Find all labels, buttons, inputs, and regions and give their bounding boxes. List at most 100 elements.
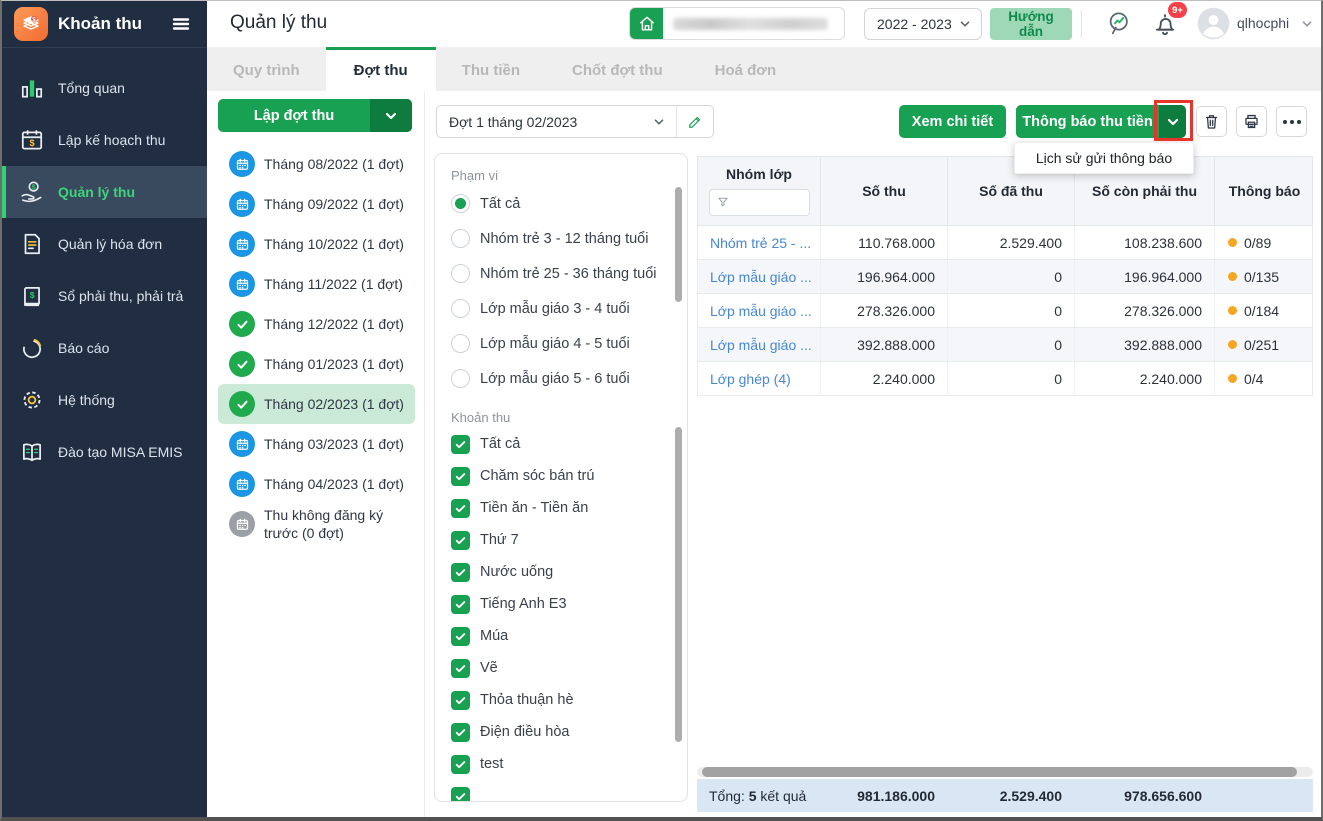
tab-chot-dot-thu[interactable]: Chốt đợt thu <box>546 47 689 91</box>
school-selector[interactable] <box>629 7 845 40</box>
sidebar-item-label: Quản lý thu <box>58 184 135 200</box>
fees-scrollbar[interactable] <box>675 427 682 742</box>
delete-button[interactable] <box>1196 106 1227 137</box>
so-thu-cell: 392.888.000 <box>821 328 948 361</box>
month-item-label: Tháng 08/2022 (1 đợt) <box>264 155 404 172</box>
thong-bao-cell: 0/89 <box>1215 226 1314 259</box>
sidebar-item-label: Tổng quan <box>58 80 125 96</box>
tab-dot-thu[interactable]: Đợt thu <box>325 47 436 91</box>
chevron-down-icon[interactable] <box>370 99 412 132</box>
month-item[interactable]: Tháng 12/2022 (1 đợt) <box>218 304 415 344</box>
calendar-icon <box>229 191 255 217</box>
so-con-phai-thu-cell: 108.238.600 <box>1075 226 1215 259</box>
month-item[interactable]: Tháng 11/2022 (1 đợt) <box>218 264 415 304</box>
scope-radio[interactable]: Lớp mẫu giáo 5 - 6 tuổi <box>435 361 687 396</box>
avatar[interactable] <box>1197 7 1230 40</box>
fee-checkbox[interactable]: Vẽ <box>435 652 687 684</box>
scope-radio[interactable]: Lớp mẫu giáo 3 - 4 tuổi <box>435 291 687 326</box>
column-header-nhom-lop[interactable]: Nhóm lớp <box>698 157 821 225</box>
app-title: Khoản thu <box>58 14 143 33</box>
edit-batch-button[interactable] <box>676 106 713 137</box>
fee-checkbox-label: Thỏa thuận hè <box>480 692 574 708</box>
class-group-link[interactable]: Lớp ghép (4) <box>698 362 821 395</box>
month-item[interactable]: Tháng 04/2023 (1 đợt) <box>218 464 415 504</box>
month-item[interactable]: Tháng 03/2023 (1 đợt) <box>218 424 415 464</box>
column-header-so-thu[interactable]: Số thu <box>821 157 948 225</box>
app-window: $ Khoản thu Tổng quan $ Lập kế hoạch thu $ Q… <box>0 0 1323 821</box>
fee-checkbox-label: Múa <box>480 628 509 644</box>
view-detail-button[interactable]: Xem chi tiết <box>899 105 1006 138</box>
scope-radio[interactable]: Tất cả <box>435 186 687 221</box>
scope-radio-label: Lớp mẫu giáo 3 - 4 tuổi <box>480 300 630 317</box>
fee-checkbox[interactable]: Điện điều hòa <box>435 716 687 748</box>
scope-list: Tất cả Nhóm trẻ 3 - 12 tháng tuổi Nhóm trẻ… <box>435 186 687 396</box>
fee-checkbox[interactable]: Tất cả <box>435 428 687 460</box>
column-header-thong-bao[interactable]: Thông báo <box>1215 157 1314 225</box>
school-year-select[interactable]: 2022 - 2023 <box>864 8 982 40</box>
batch-control: Đợt 1 tháng 02/2023 <box>436 105 714 138</box>
fee-checkbox[interactable]: Múa <box>435 620 687 652</box>
print-button[interactable] <box>1236 106 1267 137</box>
fee-checkbox[interactable]: Thỏa thuận hè <box>435 684 687 716</box>
fee-checkbox[interactable]: Nước uống <box>435 556 687 588</box>
thong-bao-cell: 0/251 <box>1215 328 1314 361</box>
search-analytics-icon[interactable] <box>1105 9 1135 39</box>
tab-hoa-don[interactable]: Hoá đơn <box>689 47 803 91</box>
month-item[interactable]: Tháng 10/2022 (1 đợt) <box>218 224 415 264</box>
sidebar-item-quan-ly-hoa-don[interactable]: Quản lý hóa đơn <box>2 218 207 270</box>
fee-checkbox-partial[interactable] <box>435 780 687 801</box>
batch-select[interactable]: Đợt 1 tháng 02/2023 <box>437 106 676 137</box>
calendar-icon <box>229 271 255 297</box>
horizontal-scrollbar-thumb[interactable] <box>702 767 1297 777</box>
class-group-link[interactable]: Lớp mẫu giáo ... <box>698 260 821 293</box>
notify-dropdown-toggle[interactable] <box>1159 105 1186 138</box>
chevron-down-icon <box>654 118 664 125</box>
fee-list: Tất cả Chăm sóc bán trú Tiền ăn - Tiền ăn T… <box>435 428 687 801</box>
scope-radio[interactable]: Lớp mẫu giáo 4 - 5 tuổi <box>435 326 687 361</box>
guide-button[interactable]: Hướng dẫn <box>990 8 1072 40</box>
fee-checkbox[interactable]: Chăm sóc bán trú <box>435 460 687 492</box>
notify-button[interactable]: Thông báo thu tiền <box>1016 105 1159 138</box>
month-item[interactable]: Tháng 02/2023 (1 đợt) <box>218 384 415 424</box>
hamburger-menu-icon[interactable] <box>169 12 193 36</box>
class-group-link[interactable]: Lớp mẫu giáo ... <box>698 294 821 327</box>
batch-select-value: Đợt 1 tháng 02/2023 <box>449 113 578 130</box>
scope-scrollbar[interactable] <box>675 187 682 302</box>
dropdown-menu-item[interactable]: Lịch sử gửi thông báo <box>1014 142 1194 174</box>
sidebar-item-bao-cao[interactable]: Báo cáo <box>2 322 207 374</box>
sidebar-item-so-phai-thu-phai-tra[interactable]: $ Sổ phải thu, phải trả <box>2 270 207 322</box>
fee-checkbox[interactable]: Tiền ăn - Tiền ăn <box>435 492 687 524</box>
sidebar-item-he-thong[interactable]: Hệ thống <box>2 374 207 426</box>
sidebar-item-label: Sổ phải thu, phải trả <box>58 288 184 304</box>
tab-thu-tien[interactable]: Thu tiền <box>436 47 546 91</box>
topbar-divider <box>1081 10 1082 38</box>
column-filter-input[interactable] <box>708 189 810 216</box>
fee-checkbox[interactable]: Tiếng Anh E3 <box>435 588 687 620</box>
so-thu-cell: 110.768.000 <box>821 226 948 259</box>
month-item[interactable]: Tháng 08/2022 (1 đợt) <box>218 144 415 184</box>
sidebar-header: $ Khoản thu <box>2 1 207 48</box>
create-batch-button[interactable]: Lập đợt thu <box>218 99 412 132</box>
username[interactable]: qlhocphi <box>1237 15 1289 31</box>
fee-checkbox[interactable]: Thứ 7 <box>435 524 687 556</box>
sidebar-item-dao-tao-misa-emis[interactable]: Đào tạo MISA EMIS <box>2 426 207 478</box>
content: Lập đợt thu Tháng 08/2022 (1 đợt) Tháng 0… <box>207 91 1321 817</box>
month-item[interactable]: Thu không đăng ký trước (0 đợt) <box>218 504 415 544</box>
tab-quy-trinh[interactable]: Quy trình <box>207 47 326 91</box>
month-item[interactable]: Tháng 09/2022 (1 đợt) <box>218 184 415 224</box>
sidebar-item-quan-ly-thu[interactable]: $ Quản lý thu <box>2 166 207 218</box>
class-group-link[interactable]: Nhóm trẻ 25 - ... <box>698 226 821 259</box>
scope-radio[interactable]: Nhóm trẻ 25 - 36 tháng tuổi <box>435 256 687 291</box>
month-item[interactable]: Tháng 01/2023 (1 đợt) <box>218 344 415 384</box>
tabbar: Quy trình Đợt thu Thu tiền Chốt đợt thu Hoá … <box>207 47 1321 91</box>
so-con-phai-thu-cell: 2.240.000 <box>1075 362 1215 395</box>
sidebar-item-tong-quan[interactable]: Tổng quan <box>2 62 207 114</box>
month-list: Tháng 08/2022 (1 đợt) Tháng 09/2022 (1 đợ… <box>207 144 424 544</box>
class-group-link[interactable]: Lớp mẫu giáo ... <box>698 328 821 361</box>
chevron-down-icon[interactable] <box>1300 17 1314 31</box>
sidebar-item-lap-ke-hoach-thu[interactable]: $ Lập kế hoạch thu <box>2 114 207 166</box>
scope-radio[interactable]: Nhóm trẻ 3 - 12 tháng tuổi <box>435 221 687 256</box>
more-actions-button[interactable] <box>1276 106 1307 137</box>
fee-checkbox[interactable]: test <box>435 748 687 780</box>
chevron-down-icon <box>960 21 970 27</box>
